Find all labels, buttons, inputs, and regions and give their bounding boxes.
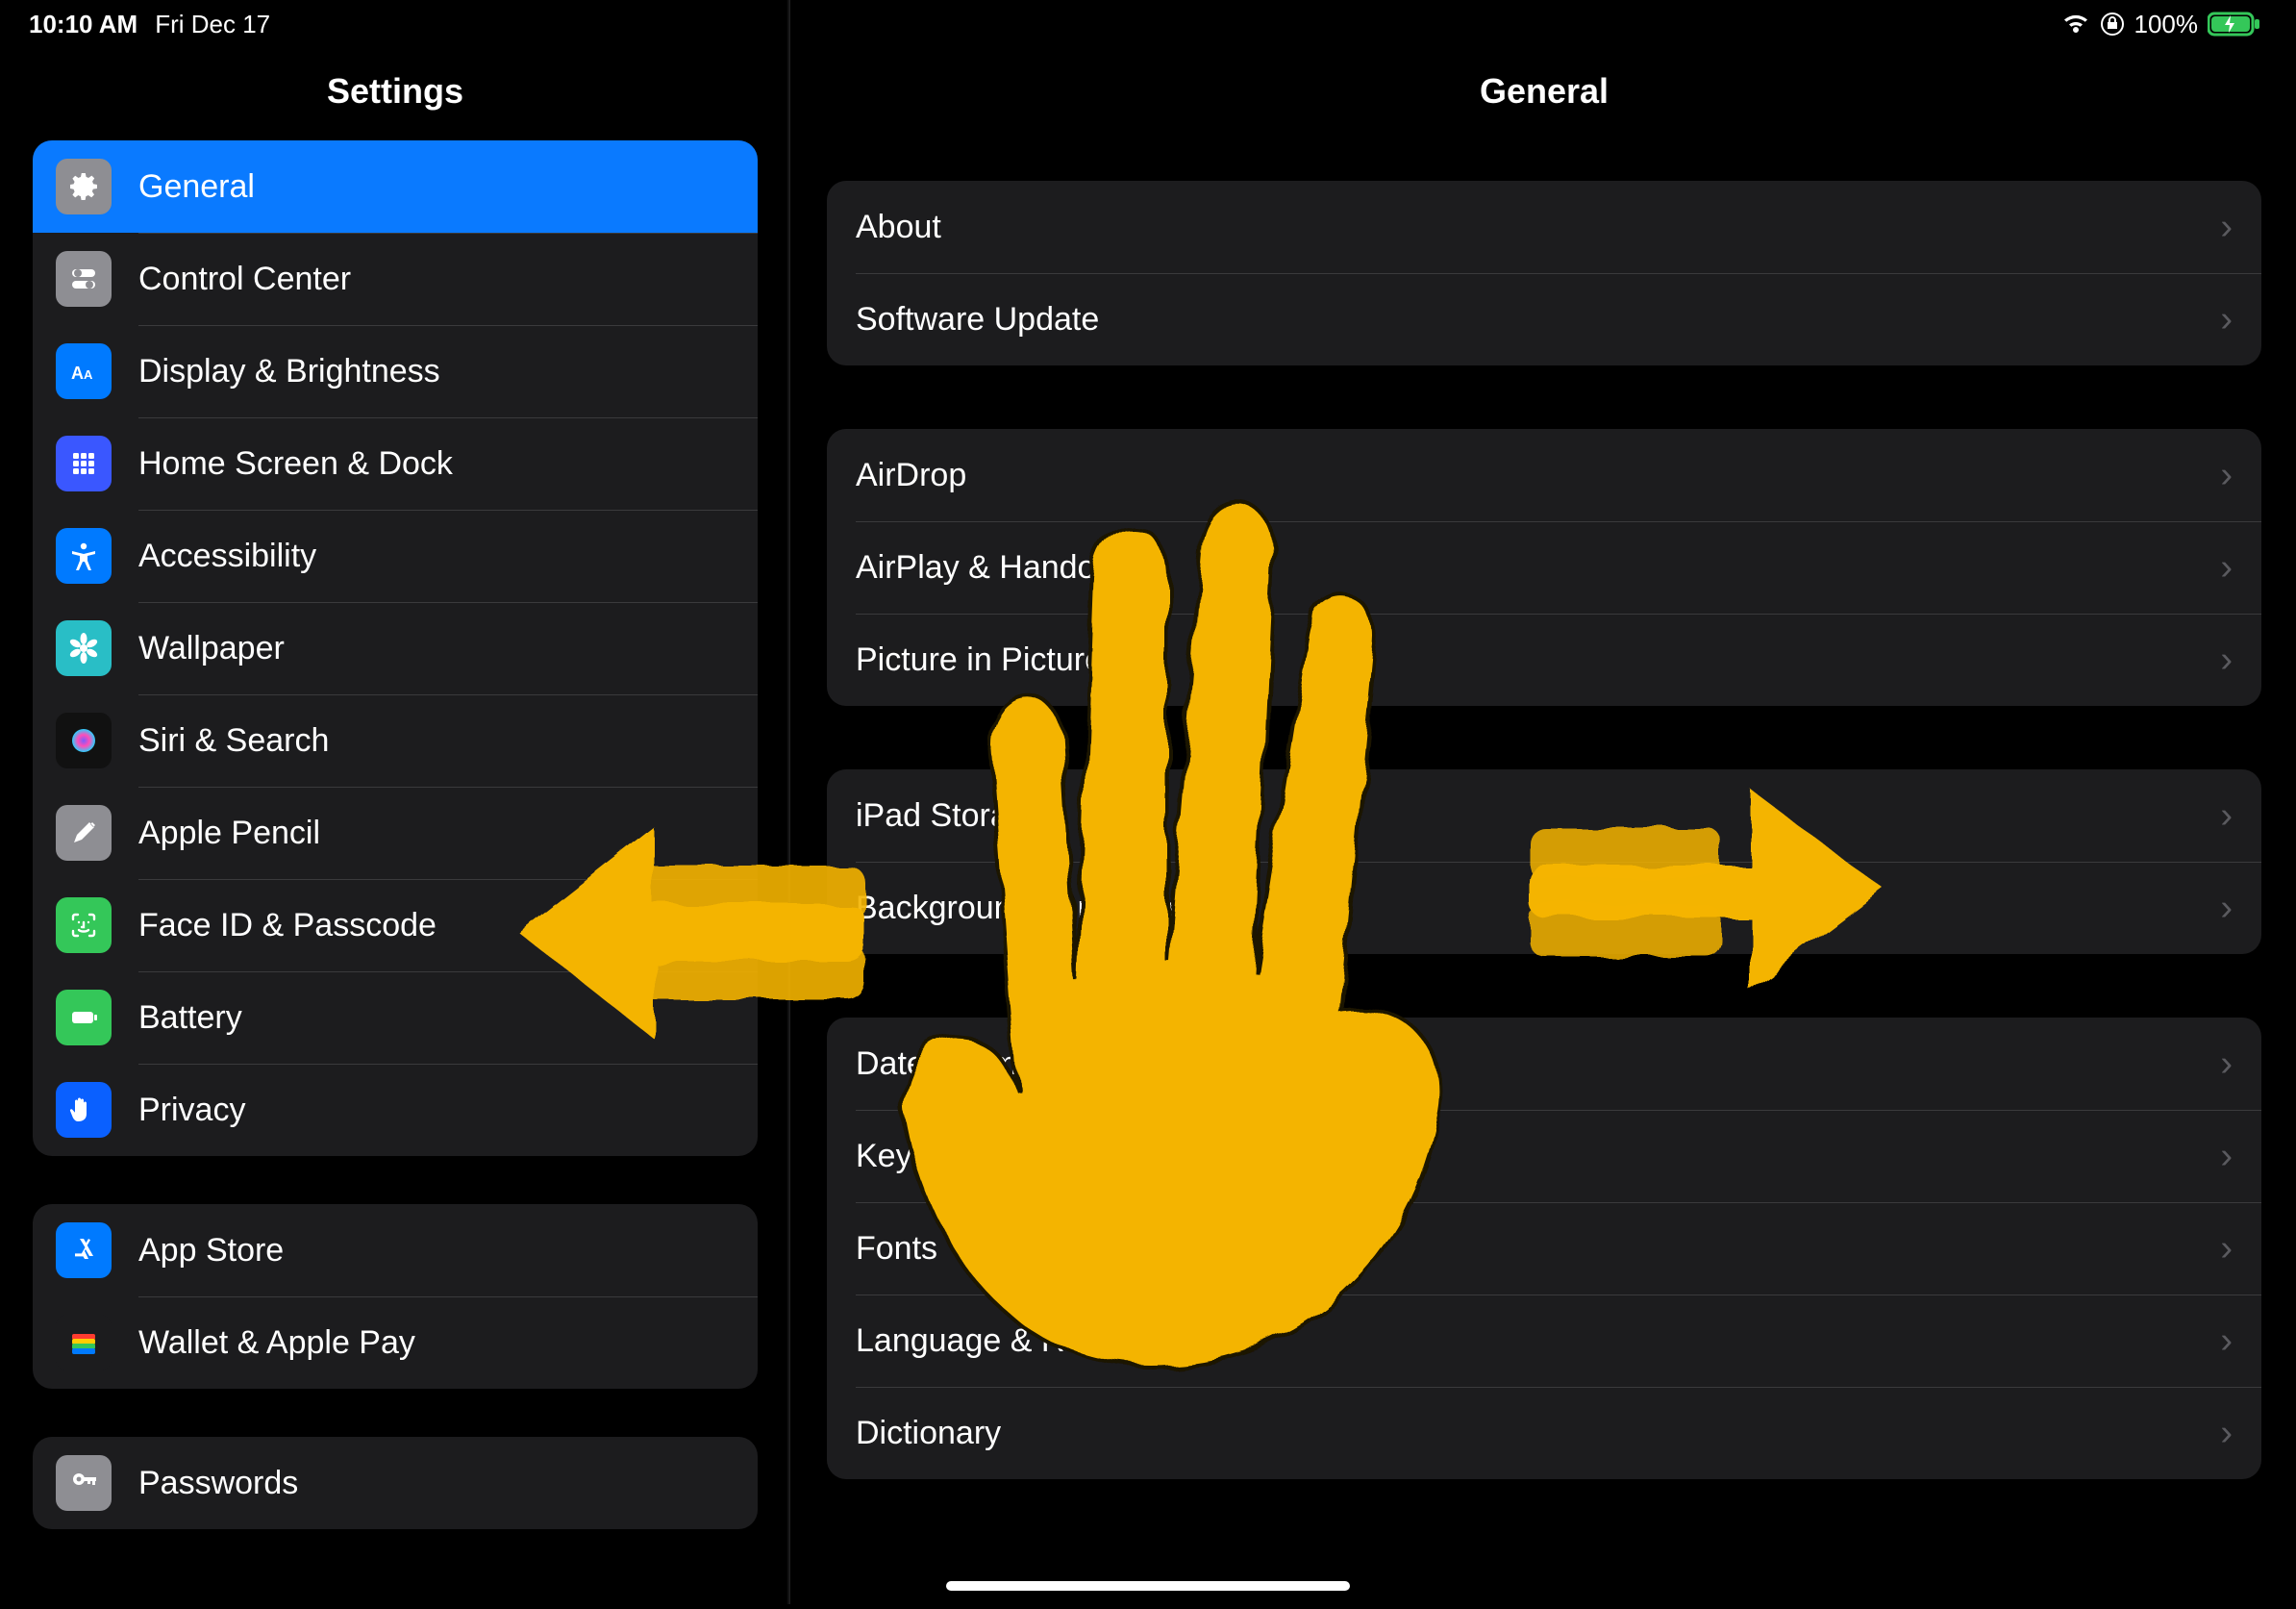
detail-item-fonts[interactable]: Fonts › <box>827 1202 2261 1295</box>
detail-item-software-update[interactable]: Software Update › <box>827 273 2261 365</box>
detail-item-label: Keyboard <box>856 1138 996 1175</box>
chevron-right-icon: › <box>2220 1136 2233 1177</box>
detail-item-dictionary[interactable]: Dictionary › <box>827 1387 2261 1479</box>
sidebar-item-battery[interactable]: Battery <box>33 971 758 1064</box>
sidebar-item-display-brightness[interactable]: AA Display & Brightness <box>33 325 758 417</box>
orientation-lock-icon <box>2100 12 2125 37</box>
status-bar: 10:10 AM Fri Dec 17 100% <box>0 0 2296 48</box>
detail-item-label: AirDrop <box>856 457 966 494</box>
gear-icon <box>56 159 112 214</box>
wallet-icon <box>56 1315 112 1370</box>
wifi-icon <box>2061 13 2090 36</box>
sidebar-item-control-center[interactable]: Control Center <box>33 233 758 325</box>
detail-item-label: Software Update <box>856 301 1099 339</box>
detail-item-label: Language & Region <box>856 1322 1145 1360</box>
detail-item-label: iPad Storage <box>856 797 1045 835</box>
sidebar-item-passwords[interactable]: Passwords <box>33 1437 758 1529</box>
faceid-icon <box>56 897 112 953</box>
svg-text:A: A <box>84 367 93 382</box>
sidebar-item-home-screen-dock[interactable]: Home Screen & Dock <box>33 417 758 510</box>
sidebar-item-face-id-passcode[interactable]: Face ID & Passcode <box>33 879 758 971</box>
chevron-right-icon: › <box>2220 1320 2233 1362</box>
battery-icon <box>56 990 112 1045</box>
sidebar-item-label: Home Screen & Dock <box>138 445 453 483</box>
sidebar-item-label: Wallet & Apple Pay <box>138 1324 415 1362</box>
chevron-right-icon: › <box>2220 888 2233 929</box>
sidebar-title: Settings <box>0 48 790 140</box>
detail-item-label: Picture in Picture <box>856 641 1103 679</box>
detail-item-language-region[interactable]: Language & Region › <box>827 1295 2261 1387</box>
sidebar-item-label: App Store <box>138 1232 284 1270</box>
detail-item-label: About <box>856 209 941 246</box>
sidebar-item-label: Wallpaper <box>138 630 285 667</box>
detail-item-label: Dictionary <box>856 1415 1001 1452</box>
detail-item-date-time[interactable]: Date & Time › <box>827 1018 2261 1110</box>
sidebar-item-label: Battery <box>138 999 242 1037</box>
detail-pane: General About›Software Update›AirDrop›Ai… <box>792 0 2296 1604</box>
sidebar-item-label: Privacy <box>138 1092 245 1129</box>
chevron-right-icon: › <box>2220 640 2233 681</box>
toggles-icon <box>56 251 112 307</box>
sidebar-item-apple-pencil[interactable]: Apple Pencil <box>33 787 758 879</box>
sidebar-item-general[interactable]: General <box>33 140 758 233</box>
flower-icon <box>56 620 112 676</box>
detail-item-label: Background App Refresh <box>856 890 1219 927</box>
sidebar-item-label: Display & Brightness <box>138 353 440 390</box>
sidebar-item-siri-search[interactable]: Siri & Search <box>33 694 758 787</box>
detail-item-background-app-refresh[interactable]: Background App Refresh › <box>827 862 2261 954</box>
detail-item-label: AirPlay & Handoff <box>856 549 1113 587</box>
text-size-icon: AA <box>56 343 112 399</box>
pencil-icon <box>56 805 112 861</box>
sidebar-item-label: Accessibility <box>138 538 316 575</box>
sidebar-item-label: Face ID & Passcode <box>138 907 437 944</box>
sidebar-item-privacy[interactable]: Privacy <box>33 1064 758 1156</box>
hand-icon <box>56 1082 112 1138</box>
chevron-right-icon: › <box>2220 1228 2233 1270</box>
detail-item-ipad-storage[interactable]: iPad Storage › <box>827 769 2261 862</box>
chevron-right-icon: › <box>2220 455 2233 496</box>
detail-item-airplay-handoff[interactable]: AirPlay & Handoff › <box>827 521 2261 614</box>
detail-item-label: Date & Time <box>856 1045 1036 1083</box>
sidebar-item-wallpaper[interactable]: Wallpaper <box>33 602 758 694</box>
detail-title: General <box>792 48 2296 135</box>
sidebar-item-label: General <box>138 168 255 206</box>
sidebar-item-label: Apple Pencil <box>138 815 320 852</box>
chevron-right-icon: › <box>2220 299 2233 340</box>
chevron-right-icon: › <box>2220 795 2233 837</box>
sidebar-item-label: Passwords <box>138 1465 298 1502</box>
accessibility-icon <box>56 528 112 584</box>
sidebar-item-label: Control Center <box>138 261 351 298</box>
key-icon <box>56 1455 112 1511</box>
svg-text:A: A <box>71 364 84 383</box>
battery-percent: 100% <box>2134 10 2199 39</box>
chevron-right-icon: › <box>2220 1043 2233 1085</box>
sidebar-item-wallet-apple-pay[interactable]: Wallet & Apple Pay <box>33 1296 758 1389</box>
chevron-right-icon: › <box>2220 1413 2233 1454</box>
settings-sidebar: Settings General Control Center AA Display … <box>0 0 792 1604</box>
sidebar-item-app-store[interactable]: App Store <box>33 1204 758 1296</box>
home-indicator <box>946 1581 1350 1591</box>
appstore-icon <box>56 1222 112 1278</box>
grid-icon <box>56 436 112 491</box>
sidebar-item-label: Siri & Search <box>138 722 329 760</box>
detail-item-label: Fonts <box>856 1230 937 1268</box>
detail-item-airdrop[interactable]: AirDrop › <box>827 429 2261 521</box>
chevron-right-icon: › <box>2220 207 2233 248</box>
sidebar-item-accessibility[interactable]: Accessibility <box>33 510 758 602</box>
detail-item-about[interactable]: About › <box>827 181 2261 273</box>
detail-item-keyboard[interactable]: Keyboard › <box>827 1110 2261 1202</box>
siri-icon <box>56 713 112 768</box>
chevron-right-icon: › <box>2220 547 2233 589</box>
detail-item-picture-in-picture[interactable]: Picture in Picture › <box>827 614 2261 706</box>
status-time: 10:10 AM <box>29 10 137 39</box>
battery-charging-icon <box>2208 12 2261 37</box>
status-date: Fri Dec 17 <box>155 10 270 39</box>
